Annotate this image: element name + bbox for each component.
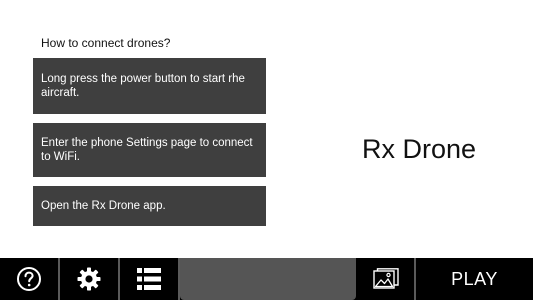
center-panel	[180, 258, 356, 300]
instruction-step-label: Long press the power button to start rhe…	[41, 73, 245, 99]
instruction-step-open-app: Open the Rx Drone app.	[33, 186, 266, 226]
instruction-step-power: Long press the power button to start rhe…	[33, 58, 266, 114]
bottom-toolbar: PLAY	[0, 258, 533, 300]
instruction-step-wifi: Enter the phone Settings page to connect…	[33, 123, 266, 177]
instruction-step-label: Enter the phone Settings page to connect…	[41, 137, 253, 163]
instructions-heading: How to connect drones?	[41, 36, 171, 50]
settings-button[interactable]	[60, 258, 118, 300]
app-brand-title: Rx Drone	[362, 134, 477, 164]
list-icon	[137, 268, 161, 290]
gallery-button[interactable]	[357, 258, 414, 300]
main-area: How to connect drones? Long press the po…	[0, 0, 533, 258]
gear-icon	[76, 266, 102, 292]
list-button[interactable]	[120, 258, 178, 300]
gallery-icon	[372, 268, 399, 290]
play-button[interactable]: PLAY	[416, 258, 533, 300]
instruction-step-label: Open the Rx Drone app.	[41, 200, 166, 212]
help-icon	[16, 266, 42, 292]
help-button[interactable]	[0, 258, 58, 300]
